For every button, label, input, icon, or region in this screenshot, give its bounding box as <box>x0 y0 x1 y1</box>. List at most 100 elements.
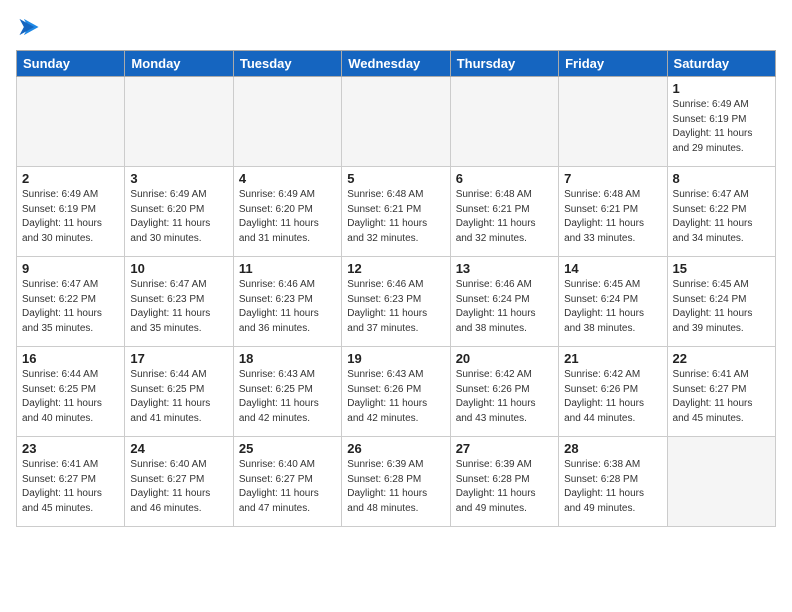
day-info: Sunrise: 6:47 AM Sunset: 6:22 PM Dayligh… <box>22 278 119 336</box>
day-number: 28 <box>564 441 661 456</box>
day-info: Sunrise: 6:44 AM Sunset: 6:25 PM Dayligh… <box>130 368 227 426</box>
weekday-header: Tuesday <box>233 51 341 77</box>
day-number: 26 <box>347 441 444 456</box>
day-info: Sunrise: 6:38 AM Sunset: 6:28 PM Dayligh… <box>564 458 661 516</box>
calendar-week-row: 9 Sunrise: 6:47 AM Sunset: 6:22 PM Daylig… <box>17 257 776 347</box>
day-number: 7 <box>564 171 661 186</box>
page: SundayMondayTuesdayWednesdayThursdayFrid… <box>0 0 792 543</box>
calendar-cell <box>125 77 233 167</box>
day-info: Sunrise: 6:40 AM Sunset: 6:27 PM Dayligh… <box>239 458 336 516</box>
day-info: Sunrise: 6:39 AM Sunset: 6:28 PM Dayligh… <box>456 458 553 516</box>
calendar-cell: 4 Sunrise: 6:49 AM Sunset: 6:20 PM Daylig… <box>233 167 341 257</box>
calendar-cell: 7 Sunrise: 6:48 AM Sunset: 6:21 PM Daylig… <box>559 167 667 257</box>
day-info: Sunrise: 6:44 AM Sunset: 6:25 PM Dayligh… <box>22 368 119 426</box>
day-number: 5 <box>347 171 444 186</box>
day-info: Sunrise: 6:48 AM Sunset: 6:21 PM Dayligh… <box>347 188 444 246</box>
calendar-cell: 25 Sunrise: 6:40 AM Sunset: 6:27 PM Dayli… <box>233 437 341 527</box>
day-info: Sunrise: 6:48 AM Sunset: 6:21 PM Dayligh… <box>564 188 661 246</box>
calendar-cell <box>17 77 125 167</box>
day-info: Sunrise: 6:49 AM Sunset: 6:19 PM Dayligh… <box>22 188 119 246</box>
day-number: 8 <box>673 171 770 186</box>
weekday-header: Thursday <box>450 51 558 77</box>
calendar-cell: 5 Sunrise: 6:48 AM Sunset: 6:21 PM Daylig… <box>342 167 450 257</box>
day-info: Sunrise: 6:49 AM Sunset: 6:19 PM Dayligh… <box>673 98 770 156</box>
day-number: 27 <box>456 441 553 456</box>
day-number: 4 <box>239 171 336 186</box>
calendar-cell <box>667 437 775 527</box>
day-number: 9 <box>22 261 119 276</box>
day-number: 13 <box>456 261 553 276</box>
calendar-cell: 2 Sunrise: 6:49 AM Sunset: 6:19 PM Daylig… <box>17 167 125 257</box>
day-number: 11 <box>239 261 336 276</box>
calendar-cell: 27 Sunrise: 6:39 AM Sunset: 6:28 PM Dayli… <box>450 437 558 527</box>
calendar-cell: 13 Sunrise: 6:46 AM Sunset: 6:24 PM Dayli… <box>450 257 558 347</box>
calendar-week-row: 2 Sunrise: 6:49 AM Sunset: 6:19 PM Daylig… <box>17 167 776 257</box>
calendar-week-row: 23 Sunrise: 6:41 AM Sunset: 6:27 PM Dayli… <box>17 437 776 527</box>
day-info: Sunrise: 6:49 AM Sunset: 6:20 PM Dayligh… <box>130 188 227 246</box>
calendar-cell: 11 Sunrise: 6:46 AM Sunset: 6:23 PM Dayli… <box>233 257 341 347</box>
calendar-cell: 20 Sunrise: 6:42 AM Sunset: 6:26 PM Dayli… <box>450 347 558 437</box>
weekday-header: Wednesday <box>342 51 450 77</box>
day-number: 12 <box>347 261 444 276</box>
logo <box>16 16 40 38</box>
day-info: Sunrise: 6:45 AM Sunset: 6:24 PM Dayligh… <box>564 278 661 336</box>
calendar-cell: 17 Sunrise: 6:44 AM Sunset: 6:25 PM Dayli… <box>125 347 233 437</box>
day-number: 21 <box>564 351 661 366</box>
day-info: Sunrise: 6:49 AM Sunset: 6:20 PM Dayligh… <box>239 188 336 246</box>
day-info: Sunrise: 6:42 AM Sunset: 6:26 PM Dayligh… <box>564 368 661 426</box>
day-number: 19 <box>347 351 444 366</box>
day-info: Sunrise: 6:40 AM Sunset: 6:27 PM Dayligh… <box>130 458 227 516</box>
day-info: Sunrise: 6:39 AM Sunset: 6:28 PM Dayligh… <box>347 458 444 516</box>
calendar-week-row: 16 Sunrise: 6:44 AM Sunset: 6:25 PM Dayli… <box>17 347 776 437</box>
calendar-cell: 18Sunrise: 6:43 AM Sunset: 6:25 PM Dayli… <box>233 347 341 437</box>
day-number: 10 <box>130 261 227 276</box>
calendar-cell: 8 Sunrise: 6:47 AM Sunset: 6:22 PM Daylig… <box>667 167 775 257</box>
calendar-cell: 12 Sunrise: 6:46 AM Sunset: 6:23 PM Dayli… <box>342 257 450 347</box>
calendar-cell <box>342 77 450 167</box>
day-info: Sunrise: 6:47 AM Sunset: 6:22 PM Dayligh… <box>673 188 770 246</box>
day-info: Sunrise: 6:41 AM Sunset: 6:27 PM Dayligh… <box>673 368 770 426</box>
day-number: 14 <box>564 261 661 276</box>
day-info: Sunrise: 6:42 AM Sunset: 6:26 PM Dayligh… <box>456 368 553 426</box>
day-info: Sunrise: 6:43 AM Sunset: 6:26 PM Dayligh… <box>347 368 444 426</box>
day-number: 24 <box>130 441 227 456</box>
day-number: 20 <box>456 351 553 366</box>
day-number: 15 <box>673 261 770 276</box>
day-number: 25 <box>239 441 336 456</box>
calendar-cell: 16 Sunrise: 6:44 AM Sunset: 6:25 PM Dayli… <box>17 347 125 437</box>
day-number: 18 <box>239 351 336 366</box>
day-number: 17 <box>130 351 227 366</box>
calendar-cell: 3Sunrise: 6:49 AM Sunset: 6:20 PM Daylig… <box>125 167 233 257</box>
calendar-cell: 23 Sunrise: 6:41 AM Sunset: 6:27 PM Dayli… <box>17 437 125 527</box>
calendar-week-row: 1Sunrise: 6:49 AM Sunset: 6:19 PM Daylig… <box>17 77 776 167</box>
weekday-header: Friday <box>559 51 667 77</box>
calendar-cell: 28 Sunrise: 6:38 AM Sunset: 6:28 PM Dayli… <box>559 437 667 527</box>
calendar-cell: 24 Sunrise: 6:40 AM Sunset: 6:27 PM Dayli… <box>125 437 233 527</box>
day-number: 23 <box>22 441 119 456</box>
day-number: 22 <box>673 351 770 366</box>
header <box>16 16 776 38</box>
calendar-cell: 15 Sunrise: 6:45 AM Sunset: 6:24 PM Dayli… <box>667 257 775 347</box>
calendar-cell: 19 Sunrise: 6:43 AM Sunset: 6:26 PM Dayli… <box>342 347 450 437</box>
calendar-table: SundayMondayTuesdayWednesdayThursdayFrid… <box>16 50 776 527</box>
weekday-header: Monday <box>125 51 233 77</box>
calendar-cell: 1Sunrise: 6:49 AM Sunset: 6:19 PM Daylig… <box>667 77 775 167</box>
day-info: Sunrise: 6:48 AM Sunset: 6:21 PM Dayligh… <box>456 188 553 246</box>
day-info: Sunrise: 6:45 AM Sunset: 6:24 PM Dayligh… <box>673 278 770 336</box>
day-info: Sunrise: 6:46 AM Sunset: 6:23 PM Dayligh… <box>239 278 336 336</box>
day-number: 6 <box>456 171 553 186</box>
day-info: Sunrise: 6:46 AM Sunset: 6:24 PM Dayligh… <box>456 278 553 336</box>
calendar-cell <box>559 77 667 167</box>
calendar-cell: 9 Sunrise: 6:47 AM Sunset: 6:22 PM Daylig… <box>17 257 125 347</box>
calendar-cell: 10 Sunrise: 6:47 AM Sunset: 6:23 PM Dayli… <box>125 257 233 347</box>
day-number: 16 <box>22 351 119 366</box>
calendar-cell: 26 Sunrise: 6:39 AM Sunset: 6:28 PM Dayli… <box>342 437 450 527</box>
calendar-cell <box>450 77 558 167</box>
calendar-cell: 6 Sunrise: 6:48 AM Sunset: 6:21 PM Daylig… <box>450 167 558 257</box>
calendar-cell <box>233 77 341 167</box>
day-number: 2 <box>22 171 119 186</box>
day-info: Sunrise: 6:46 AM Sunset: 6:23 PM Dayligh… <box>347 278 444 336</box>
day-info: Sunrise: 6:47 AM Sunset: 6:23 PM Dayligh… <box>130 278 227 336</box>
day-info: Sunrise: 6:41 AM Sunset: 6:27 PM Dayligh… <box>22 458 119 516</box>
weekday-header: Saturday <box>667 51 775 77</box>
